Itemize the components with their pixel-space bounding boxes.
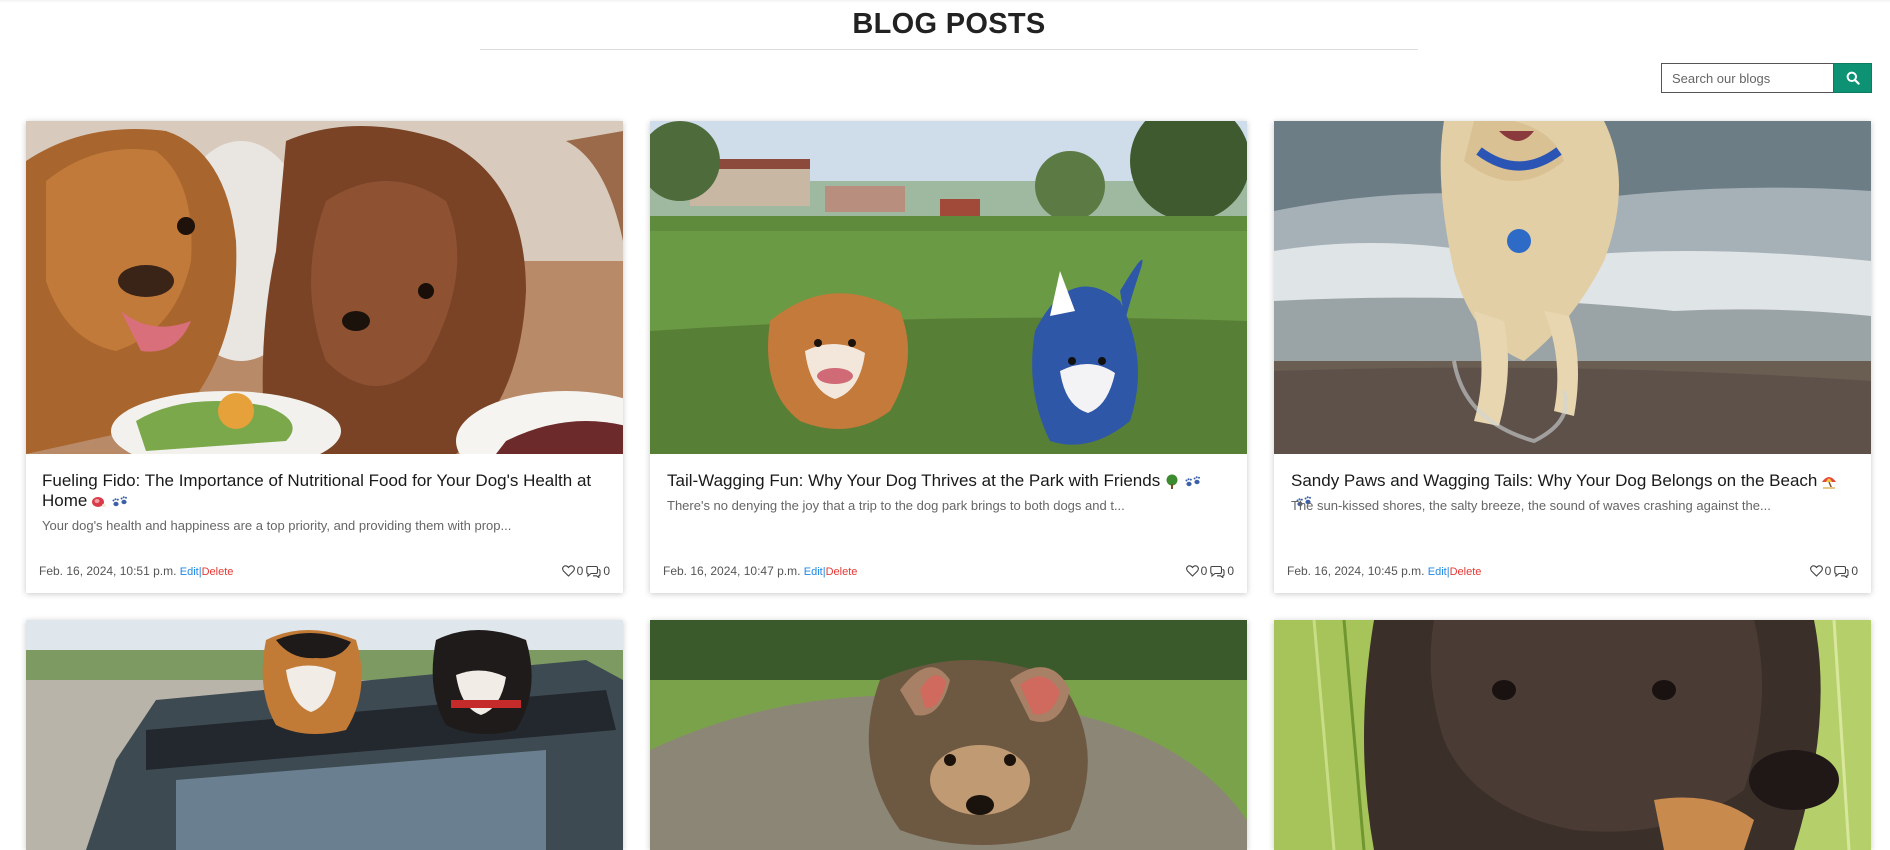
heart-icon[interactable]	[1809, 565, 1823, 577]
post-date: Feb. 16, 2024, 10:45 p.m.	[1287, 564, 1425, 578]
likes-count: 0	[1824, 564, 1832, 578]
delete-link[interactable]: Delete	[1450, 566, 1482, 578]
post-excerpt: The sun-kissed shores, the salty breeze,…	[1291, 498, 1771, 513]
post-title[interactable]: Fueling Fido: The Importance of Nutritio…	[42, 471, 602, 511]
blog-post-card[interactable]	[26, 620, 623, 850]
blog-post-card[interactable]: Sandy Paws and Wagging Tails: Why Your D…	[1274, 121, 1871, 593]
comments-icon[interactable]	[586, 565, 601, 578]
blog-post-card[interactable]	[650, 620, 1247, 850]
blog-post-card[interactable]	[1274, 620, 1871, 850]
post-stats: 0 0	[1185, 564, 1235, 578]
post-meta: Feb. 16, 2024, 10:45 p.m. Edit|Delete	[1287, 564, 1481, 578]
post-meta: Feb. 16, 2024, 10:47 p.m. Edit|Delete	[663, 564, 857, 578]
post-date: Feb. 16, 2024, 10:51 p.m.	[39, 564, 177, 578]
beach-umbrella-icon	[1822, 476, 1837, 489]
comments-count: 0	[1227, 564, 1234, 578]
heart-icon[interactable]	[561, 565, 575, 577]
delete-link[interactable]: Delete	[826, 566, 858, 578]
post-date: Feb. 16, 2024, 10:47 p.m.	[663, 564, 801, 578]
post-meta: Feb. 16, 2024, 10:51 p.m. Edit|Delete	[39, 564, 233, 578]
post-image[interactable]	[650, 121, 1247, 454]
search-button[interactable]	[1833, 63, 1872, 93]
search-input[interactable]	[1661, 63, 1833, 93]
comments-count: 0	[603, 564, 610, 578]
post-image[interactable]	[1274, 121, 1871, 454]
likes-count: 0	[1200, 564, 1208, 578]
blog-post-card[interactable]: Fueling Fido: The Importance of Nutritio…	[26, 121, 623, 593]
edit-link[interactable]: Edit	[1428, 566, 1447, 578]
post-stats: 0 0	[561, 564, 611, 578]
post-image[interactable]	[26, 121, 623, 454]
comments-count: 0	[1851, 564, 1858, 578]
delete-link[interactable]: Delete	[202, 566, 234, 578]
page-title: BLOG POSTS	[852, 8, 1046, 40]
post-title[interactable]: Tail-Wagging Fun: Why Your Dog Thrives a…	[667, 471, 1227, 491]
comments-icon[interactable]	[1210, 565, 1225, 578]
edit-link[interactable]: Edit	[180, 566, 199, 578]
post-image[interactable]	[650, 620, 1247, 850]
edit-link[interactable]: Edit	[804, 566, 823, 578]
blog-post-card[interactable]: Tail-Wagging Fun: Why Your Dog Thrives a…	[650, 121, 1247, 593]
post-image[interactable]	[1274, 620, 1871, 850]
post-title-text[interactable]: Sandy Paws and Wagging Tails: Why Your D…	[1291, 471, 1817, 490]
top-edge	[0, 0, 1890, 3]
post-title-text[interactable]: Tail-Wagging Fun: Why Your Dog Thrives a…	[667, 471, 1160, 490]
post-image[interactable]	[26, 620, 623, 850]
likes-count: 0	[576, 564, 584, 578]
paw-prints-icon	[112, 495, 128, 506]
post-stats: 0 0	[1809, 564, 1859, 578]
search-icon	[1846, 71, 1860, 85]
heart-icon[interactable]	[1185, 565, 1199, 577]
blog-posts-page: BLOG POSTS Search our blogs Fueling Fido…	[0, 0, 1890, 850]
tree-icon	[1166, 474, 1178, 489]
post-excerpt: There's no denying the joy that a trip t…	[667, 498, 1125, 513]
title-divider	[480, 49, 1418, 50]
paw-prints-icon	[1185, 475, 1201, 486]
comments-icon[interactable]	[1834, 565, 1849, 578]
post-excerpt: Your dog's health and happiness are a to…	[42, 518, 512, 533]
search-form	[1661, 63, 1872, 93]
meat-icon	[92, 496, 107, 507]
